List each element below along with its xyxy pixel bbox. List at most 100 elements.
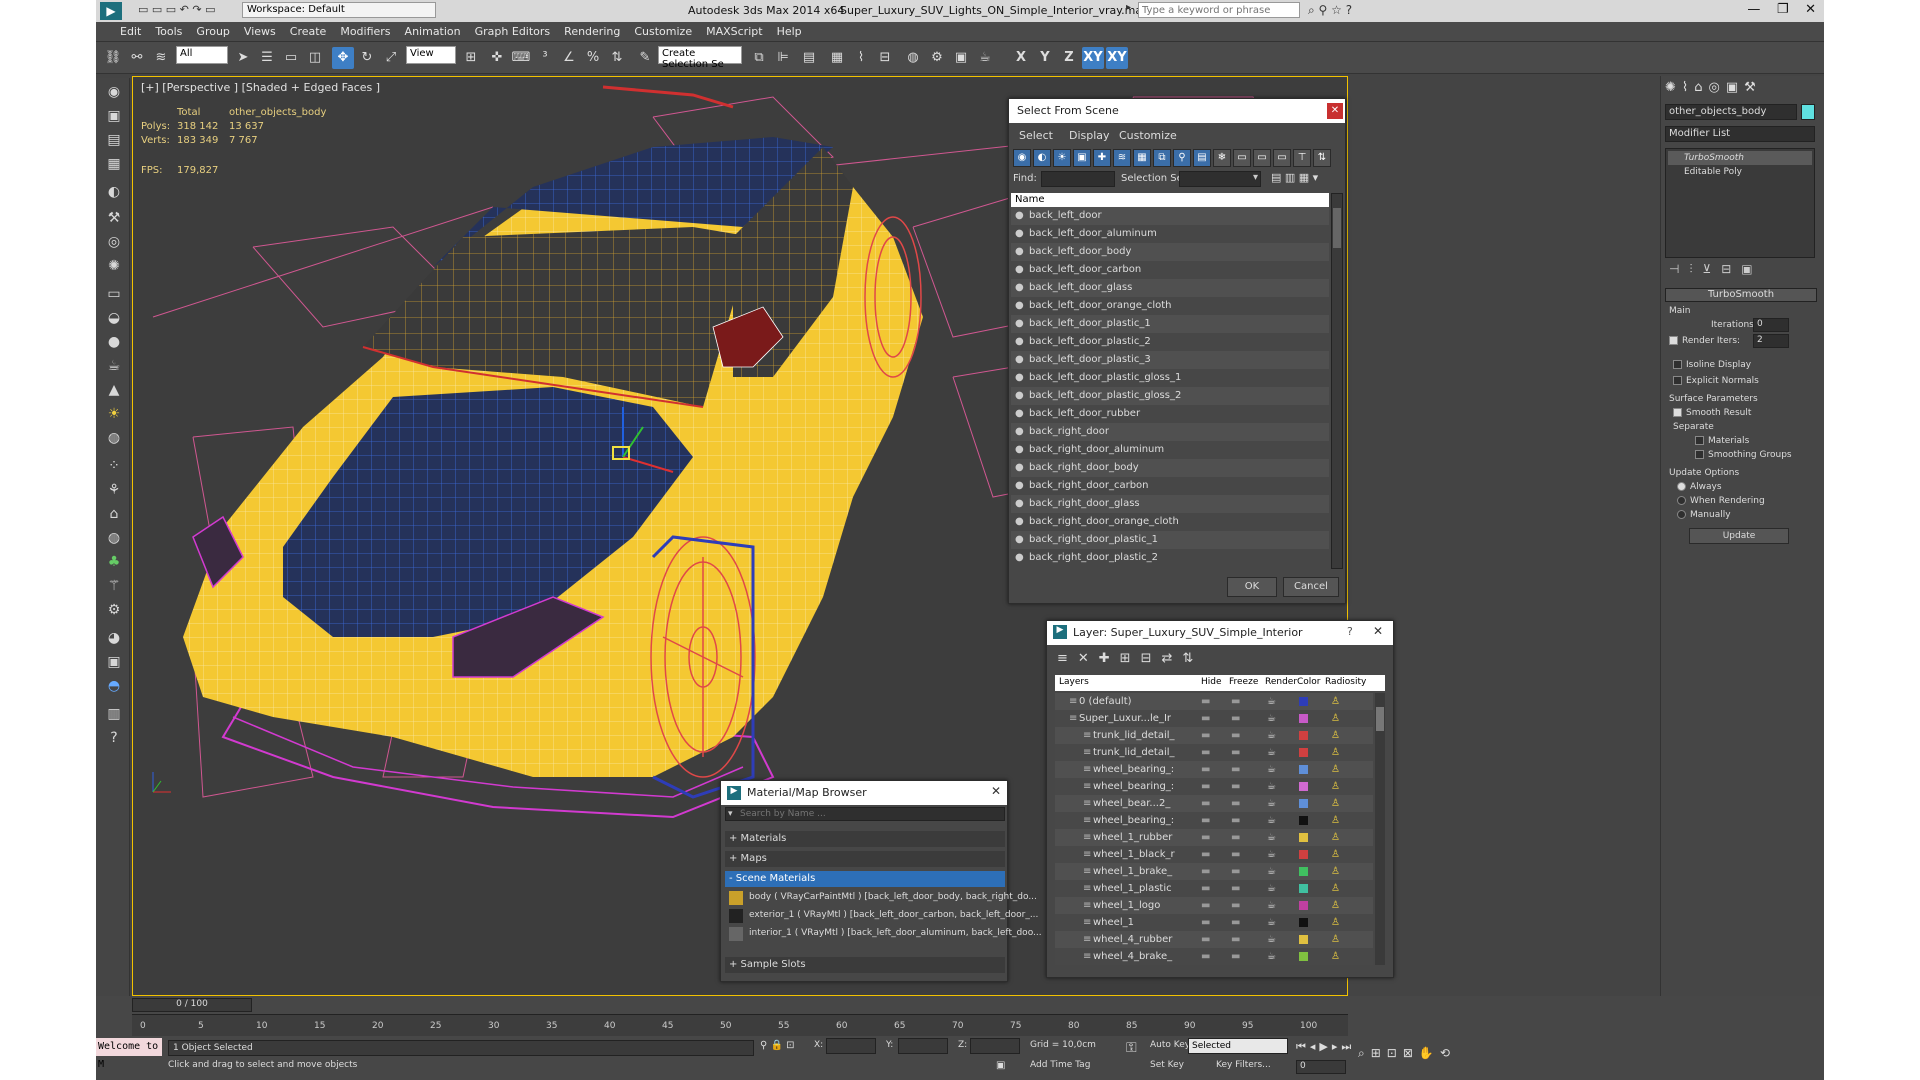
scene-object-row[interactable]: ● back_right_door_orange_cloth	[1011, 513, 1329, 531]
teapot-icon[interactable]: ☕	[103, 356, 125, 376]
menu-tools[interactable]: Tools	[148, 22, 189, 41]
layer-freeze-toggle[interactable]: ▬	[1231, 693, 1240, 710]
layer-radiosity-icon[interactable]: ♙	[1331, 693, 1340, 710]
material-search-dropdown-icon[interactable]: ▾	[728, 809, 733, 819]
layer-radiosity-icon[interactable]: ♙	[1331, 931, 1340, 948]
layer-color-swatch[interactable]	[1299, 952, 1308, 961]
layer-radiosity-icon[interactable]: ♙	[1331, 812, 1340, 829]
group-scene-materials[interactable]: - Scene Materials	[725, 871, 1005, 887]
layer-row[interactable]: ≡ 0 (default) ▬ ▬ ☕ ♙	[1055, 693, 1373, 710]
quick-access-icons[interactable]: ▭ ▭ ▭ ↶ ↷ ▭	[138, 3, 216, 16]
layer-radiosity-icon[interactable]: ♙	[1331, 710, 1340, 727]
window-controls[interactable]: — ❐ ✕	[1716, 2, 1816, 17]
layer-col-hide[interactable]: Hide	[1201, 677, 1222, 687]
filter-xrefs-icon[interactable]: ⧉	[1153, 149, 1171, 167]
layer-hide-toggle[interactable]: ▬	[1201, 948, 1210, 965]
select-tab-select[interactable]: Select	[1019, 129, 1053, 142]
scene-object-row[interactable]: ● back_right_door	[1011, 423, 1329, 441]
object-color-swatch[interactable]	[1801, 104, 1815, 120]
layer-freeze-toggle[interactable]: ▬	[1231, 897, 1240, 914]
script-icon[interactable]: ▥	[103, 704, 125, 724]
layer-color-swatch[interactable]	[1299, 782, 1308, 791]
layer-col-radiosity[interactable]: Radiosity	[1325, 677, 1366, 687]
axis-xy-button[interactable]: XY	[1082, 47, 1104, 69]
layer-row[interactable]: ≡ wheel_1_logo ▬ ▬ ☕ ♙	[1055, 897, 1373, 914]
foliage-icon[interactable]: ♣	[103, 552, 125, 572]
menu-animation[interactable]: Animation	[398, 22, 468, 41]
layer-manager-icon[interactable]: ▤	[798, 47, 820, 69]
menu-edit[interactable]: Edit	[96, 22, 148, 41]
help-icon[interactable]: ?	[103, 728, 125, 748]
layer-render-icon[interactable]: ☕	[1267, 897, 1276, 914]
layer-render-icon[interactable]: ☕	[1267, 727, 1276, 744]
isoline-row[interactable]: Isoline Display	[1673, 360, 1751, 370]
layer-radiosity-icon[interactable]: ♙	[1331, 778, 1340, 795]
axis-y-button[interactable]: Y	[1034, 47, 1056, 69]
find-input[interactable]	[1041, 171, 1115, 187]
track-bar[interactable]: 0 5 10 15 20 25 30 35 40 45 50 55 60 65 70 75 80 85 90 95 10…	[132, 1014, 1348, 1036]
hair-icon[interactable]: ⚚	[103, 576, 125, 596]
layer-color-swatch[interactable]	[1299, 697, 1308, 706]
layer-hide-toggle[interactable]: ▬	[1201, 761, 1210, 778]
filter-bones-icon[interactable]: ⚲	[1173, 149, 1191, 167]
filter-groups-icon[interactable]: ▦	[1133, 149, 1151, 167]
layer-radiosity-icon[interactable]: ♙	[1331, 948, 1340, 965]
render-teapot-icon[interactable]: ☕	[974, 47, 996, 69]
scene-object-row[interactable]: ● back_right_door_aluminum	[1011, 441, 1329, 459]
material-item[interactable]: interior_1 ( VRayMtl ) [back_left_door_a…	[729, 925, 1042, 943]
layer-col-freeze[interactable]: Freeze	[1229, 677, 1258, 687]
plane-icon[interactable]: ◒	[103, 308, 125, 328]
smooth-result-checkbox[interactable]	[1673, 408, 1682, 417]
layer-color-swatch[interactable]	[1299, 918, 1308, 927]
layer-row[interactable]: ≡ wheel_bearing_: ▬ ▬ ☕ ♙	[1055, 812, 1373, 829]
auto-key-button[interactable]: Auto Key	[1150, 1040, 1190, 1050]
layer-hide-toggle[interactable]: ▬	[1201, 931, 1210, 948]
layer-row[interactable]: ≡ wheel_bear...2_ ▬ ▬ ☕ ♙	[1055, 795, 1373, 812]
torus-icon[interactable]: ◍	[103, 428, 125, 448]
modifier-stack[interactable]: TurboSmooth Editable Poly	[1665, 148, 1815, 258]
search-input[interactable]	[1138, 2, 1300, 18]
display-children-icon[interactable]: ⊤	[1293, 149, 1311, 167]
key-icon[interactable]: ⚿	[1126, 1040, 1137, 1056]
material-search-input[interactable]	[740, 808, 1004, 820]
layer-hide-toggle[interactable]: ▬	[1201, 846, 1210, 863]
schematic-view-icon[interactable]: ⊟	[874, 47, 896, 69]
layer-render-icon[interactable]: ☕	[1267, 795, 1276, 812]
layer-render-icon[interactable]: ☕	[1267, 761, 1276, 778]
select-rotate-icon[interactable]: ↻	[356, 47, 378, 69]
sun-icon[interactable]: ☀	[103, 404, 125, 424]
layer-radiosity-icon[interactable]: ♙	[1331, 863, 1340, 880]
material-sphere-icon[interactable]: ◕	[103, 628, 125, 648]
layer-row[interactable]: ≡ trunk_lid_detail_ ▬ ▬ ☕ ♙	[1055, 727, 1373, 744]
layer-row[interactable]: ≡ wheel_1_plastic ▬ ▬ ☕ ♙	[1055, 880, 1373, 897]
render-iters-row[interactable]: Render Iters:	[1669, 336, 1740, 346]
selection-set-dropdown[interactable]: ▾	[1179, 171, 1261, 187]
filter-containers-icon[interactable]: ▤	[1193, 149, 1211, 167]
select-tab-customize[interactable]: Customize	[1119, 129, 1177, 142]
add-time-tag-icon[interactable]: ▣	[996, 1060, 1005, 1071]
layer-radiosity-icon[interactable]: ♙	[1331, 846, 1340, 863]
update-always-row[interactable]: Always	[1677, 482, 1722, 492]
layer-radiosity-icon[interactable]: ♙	[1331, 829, 1340, 846]
name-column-header[interactable]: Name	[1011, 193, 1329, 207]
layer-help-icon[interactable]: ?	[1347, 625, 1353, 638]
selection-set-icons[interactable]: ▤ ▥ ▦ ▾	[1271, 171, 1341, 184]
menu-customize[interactable]: Customize	[627, 22, 699, 41]
layer-freeze-toggle[interactable]: ▬	[1231, 761, 1240, 778]
layer-col-layers[interactable]: Layers	[1059, 677, 1089, 687]
cone-icon[interactable]: ▲	[103, 380, 125, 400]
viewport-navigation-icons[interactable]: ⌕⊞⊡⊠✋⟲	[1358, 1046, 1456, 1061]
group-sample-slots[interactable]: + Sample Slots	[725, 957, 1005, 973]
utilities-icon[interactable]: ⚒	[103, 208, 125, 228]
layer-col-color[interactable]: Color	[1297, 677, 1321, 687]
layer-freeze-toggle[interactable]: ▬	[1231, 829, 1240, 846]
layer-color-swatch[interactable]	[1299, 816, 1308, 825]
sphere-icon[interactable]: ●	[103, 332, 125, 352]
layer-hide-toggle[interactable]: ▬	[1201, 812, 1210, 829]
layer-radiosity-icon[interactable]: ♙	[1331, 795, 1340, 812]
key-filters-button[interactable]: Key Filters...	[1216, 1060, 1271, 1070]
globe-icon[interactable]: ◍	[103, 528, 125, 548]
env-icon[interactable]: ◓	[103, 676, 125, 696]
named-selection-dropdown[interactable]: Create Selection Se	[658, 46, 742, 70]
layer-color-swatch[interactable]	[1299, 850, 1308, 859]
